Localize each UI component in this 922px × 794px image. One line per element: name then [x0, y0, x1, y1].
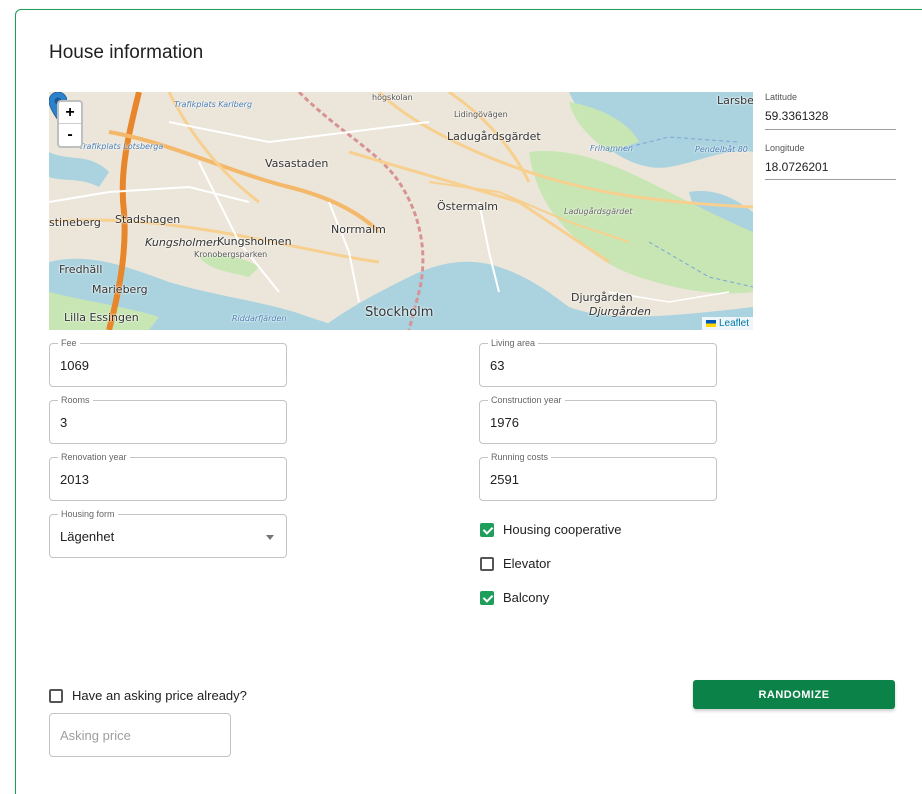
checkbox-checked-icon[interactable] — [480, 590, 494, 605]
longitude-underline — [765, 179, 896, 180]
rooms-label: Rooms — [58, 395, 93, 405]
balcony-checkbox[interactable]: Balcony — [480, 590, 549, 605]
map-label-ladugardsgardet: Ladugårdsgärdet — [447, 130, 541, 143]
map-label-stockholm: Stockholm — [365, 305, 434, 320]
running-costs-value[interactable]: 2591 — [490, 472, 519, 487]
latitude-value[interactable]: 59.3361328 — [765, 109, 828, 123]
map-label-pendelbat: Pendelbåt 80 — [695, 145, 748, 154]
balcony-label: Balcony — [503, 590, 550, 605]
map-label-marieberg: Marieberg — [92, 283, 148, 296]
fee-value[interactable]: 1069 — [60, 358, 89, 373]
asking-price-checkbox-label: Have an asking price already? — [72, 688, 247, 703]
housing-form-value[interactable]: Lägenhet — [60, 529, 114, 544]
latitude-underline — [765, 129, 896, 130]
checkbox-unchecked-icon[interactable] — [480, 556, 494, 571]
elevator-label: Elevator — [503, 556, 551, 571]
map[interactable]: Vasastaden Ladugårdsgärdet Östermalm Nor… — [49, 92, 753, 330]
asking-price-field[interactable] — [49, 713, 231, 757]
map-label-riddarfjarden: Riddarfjärden — [232, 314, 287, 323]
construction-year-field[interactable]: Construction year 1976 — [479, 395, 717, 444]
map-label-larsberg: Larsber — [717, 94, 753, 107]
latitude-label: Latitude — [765, 92, 798, 102]
map-label-trafikplats: Trafikplats Lotsberga — [79, 142, 164, 151]
section-title: House information — [49, 42, 204, 63]
rooms-field[interactable]: Rooms 3 — [49, 395, 287, 444]
living-area-field[interactable]: Living area 63 — [479, 338, 717, 387]
ukraine-flag-icon — [705, 320, 716, 327]
map-tiles — [49, 92, 753, 330]
construction-year-value[interactable]: 1976 — [490, 415, 519, 430]
map-attribution[interactable]: Leaflet — [701, 317, 753, 330]
construction-year-label: Construction year — [488, 395, 565, 405]
renovation-year-field[interactable]: Renovation year 2013 — [49, 452, 287, 501]
map-label-lidingovagen: Lidingövägen — [454, 110, 508, 119]
map-label-stineberg: stineberg — [49, 216, 101, 229]
renovation-year-label: Renovation year — [58, 452, 130, 462]
running-costs-field[interactable]: Running costs 2591 — [479, 452, 717, 501]
longitude-value[interactable]: 18.0726201 — [765, 160, 828, 174]
leaflet-link[interactable]: Leaflet — [719, 318, 749, 329]
map-label-lilla-essingen: Lilla Essingen — [64, 311, 139, 324]
renovation-year-value[interactable]: 2013 — [60, 472, 89, 487]
map-label-kungsholmen: Kungsholmen — [217, 235, 292, 248]
elevator-checkbox[interactable]: Elevator — [480, 556, 551, 571]
checkbox-checked-icon[interactable] — [480, 522, 494, 537]
randomize-button[interactable]: RANDOMIZE — [693, 680, 895, 709]
zoom-out-button[interactable]: - — [59, 124, 81, 146]
checkbox-unchecked-icon[interactable] — [49, 688, 63, 703]
map-label-kronobergsparken: Kronobergsparken — [194, 250, 268, 259]
map-label-ostermalm: Östermalm — [437, 200, 499, 213]
zoom-control: + - — [57, 100, 83, 148]
zoom-in-button[interactable]: + — [59, 102, 81, 124]
map-label-djurgarden-island: Djurgården — [589, 305, 651, 318]
map-label-norrmalm: Norrmalm — [331, 223, 386, 236]
housing-cooperative-label: Housing cooperative — [503, 522, 622, 537]
map-label-stadshagen: Stadshagen — [115, 213, 181, 226]
longitude-label: Longitude — [765, 143, 805, 153]
rooms-value[interactable]: 3 — [60, 415, 67, 430]
housing-cooperative-checkbox[interactable]: Housing cooperative — [480, 522, 622, 537]
fee-label: Fee — [58, 338, 80, 348]
living-area-value[interactable]: 63 — [490, 358, 504, 373]
map-label-frihamnen: Frihamnen — [590, 144, 633, 153]
asking-price-checkbox[interactable]: Have an asking price already? — [49, 688, 247, 703]
map-label-fredhall: Fredhäll — [59, 263, 103, 276]
map-label-djurgarden: Djurgården — [571, 291, 633, 304]
map-label-hogskolan: högskolan — [372, 93, 413, 102]
map-label-kungsholmen-island: Kungsholmen — [145, 236, 220, 249]
asking-price-input[interactable] — [50, 714, 230, 756]
housing-form-label: Housing form — [58, 509, 118, 519]
housing-form-select[interactable]: Housing form Lägenhet — [49, 509, 287, 558]
dropdown-arrow-icon[interactable] — [266, 535, 274, 540]
living-area-label: Living area — [488, 338, 539, 348]
map-label-ladugardsgardet-small: Ladugårdsgärdet — [564, 207, 633, 216]
map-label-trafikplats-karlberg: Trafikplats Karlberg — [174, 100, 253, 109]
map-label-vasastaden: Vasastaden — [265, 157, 329, 170]
running-costs-label: Running costs — [488, 452, 552, 462]
fee-field[interactable]: Fee 1069 — [49, 338, 287, 387]
